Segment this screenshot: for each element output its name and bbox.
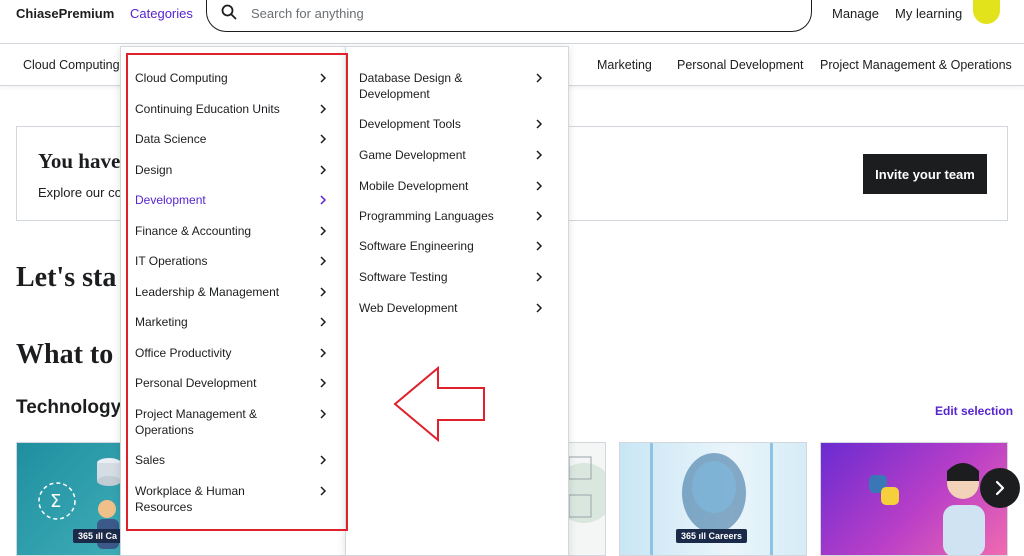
menu-item-label: Mobile Development <box>359 179 469 193</box>
chevron-right-icon <box>320 195 327 205</box>
menu-item-label: Finance & Accounting <box>135 224 252 238</box>
menu-item-office-productivity[interactable]: Office Productivity <box>135 345 331 361</box>
submenu-item-database-design[interactable]: Database Design & Development <box>359 70 557 102</box>
menu-item-label: Cloud Computing <box>135 71 228 85</box>
invite-team-button[interactable]: Invite your team <box>863 154 987 194</box>
menu-item-development[interactable]: Development <box>135 192 331 208</box>
menu-item-label: Sales <box>135 453 166 467</box>
chevron-right-icon <box>536 73 543 83</box>
menu-item-label: Web Development <box>359 301 458 315</box>
search-icon[interactable] <box>221 4 237 20</box>
menu-item-label: Software Engineering <box>359 239 474 253</box>
chevron-right-icon <box>320 104 327 114</box>
menu-item-design[interactable]: Design <box>135 162 331 178</box>
edit-selection-link[interactable]: Edit selection <box>935 404 1013 418</box>
submenu-item-mobile-development[interactable]: Mobile Development <box>359 178 557 194</box>
search-input[interactable] <box>251 2 791 24</box>
arrow-left-icon <box>393 366 485 442</box>
chevron-right-icon <box>536 119 543 129</box>
menu-item-data-science[interactable]: Data Science <box>135 131 331 147</box>
submenu-item-game-development[interactable]: Game Development <box>359 147 557 163</box>
menu-item-sales[interactable]: Sales <box>135 452 331 468</box>
menu-item-label: Software Testing <box>359 270 448 284</box>
chevron-right-icon <box>320 134 327 144</box>
top-header: ChiasePremium Categories Manage My learn… <box>0 0 1024 44</box>
subnav-item-cloud-computing[interactable]: Cloud Computing <box>23 58 120 72</box>
menu-item-label: Programming Languages <box>359 209 494 223</box>
chevron-right-icon <box>320 165 327 175</box>
menu-item-it-operations[interactable]: IT Operations <box>135 253 331 269</box>
subnav-item-marketing[interactable]: Marketing <box>597 58 652 72</box>
submenu-item-software-testing[interactable]: Software Testing <box>359 269 557 285</box>
menu-item-label: Development <box>135 193 206 207</box>
chevron-right-icon <box>536 303 543 313</box>
menu-item-label: IT Operations <box>135 254 208 268</box>
menu-item-label: Design <box>135 163 173 177</box>
course-provider-badge: 365 ıll Careers <box>676 529 748 543</box>
my-learning-link[interactable]: My learning <box>895 6 962 21</box>
manage-link[interactable]: Manage <box>832 6 879 21</box>
menu-item-label: Leadership & Management <box>135 285 280 299</box>
chevron-right-icon <box>320 455 327 465</box>
submenu-item-web-development[interactable]: Web Development <box>359 300 557 316</box>
menu-item-label: Continuing Education Units <box>135 102 280 116</box>
banner-title: You have <box>38 149 121 173</box>
menu-item-cloud-computing[interactable]: Cloud Computing <box>135 70 331 86</box>
menu-item-label: Database Design & Development <box>359 71 463 101</box>
menu-item-label: Project Management & Operations <box>135 407 258 437</box>
chevron-right-icon <box>536 150 543 160</box>
chevron-right-icon <box>536 241 543 251</box>
menu-item-personal-development[interactable]: Personal Development <box>135 375 331 391</box>
course-provider-badge: 365 ıll Ca <box>73 529 123 543</box>
categories-link[interactable]: Categories <box>130 6 193 21</box>
user-avatar[interactable] <box>973 0 1000 24</box>
subnav-item-project-management[interactable]: Project Management & Operations <box>820 58 1012 72</box>
course-card[interactable]: 365 ıll Careers <box>619 442 807 556</box>
technology-heading: Technology <box>16 397 122 418</box>
course-card[interactable] <box>820 442 1008 556</box>
chevron-right-icon <box>320 73 327 83</box>
menu-item-project-management[interactable]: Project Management & Operations <box>135 406 331 438</box>
subnav-item-personal-development[interactable]: Personal Development <box>677 58 803 72</box>
chevron-right-icon <box>320 256 327 266</box>
menu-item-label: Office Productivity <box>135 346 232 360</box>
chevron-right-icon <box>320 348 327 358</box>
categories-menu: Cloud Computing Continuing Education Uni… <box>120 46 346 556</box>
menu-item-label: Marketing <box>135 315 188 329</box>
carousel-next-button[interactable] <box>980 468 1020 508</box>
menu-item-label: Workplace & Human Resources <box>135 484 245 514</box>
subcategories-menu: Database Design & Development Developmen… <box>345 46 569 556</box>
chevron-right-icon <box>995 480 1005 496</box>
submenu-item-software-engineering[interactable]: Software Engineering <box>359 238 557 254</box>
chevron-right-icon <box>320 226 327 236</box>
chevron-right-icon <box>320 378 327 388</box>
chevron-right-icon <box>320 317 327 327</box>
menu-item-label: Development Tools <box>359 117 461 131</box>
submenu-item-development-tools[interactable]: Development Tools <box>359 116 557 132</box>
banner-text: Explore our co <box>38 185 122 200</box>
search-bar[interactable] <box>206 0 812 32</box>
what-to-learn-heading: What to <box>16 339 114 370</box>
lets-start-heading: Let's sta <box>16 262 117 293</box>
chevron-right-icon <box>320 409 327 419</box>
chevron-right-icon <box>536 211 543 221</box>
svg-text:Σ: Σ <box>50 491 61 512</box>
chevron-right-icon <box>536 181 543 191</box>
menu-item-leadership[interactable]: Leadership & Management <box>135 284 331 300</box>
menu-item-label: Personal Development <box>135 376 257 390</box>
chevron-right-icon <box>536 272 543 282</box>
menu-item-label: Game Development <box>359 148 466 162</box>
submenu-item-programming-languages[interactable]: Programming Languages <box>359 208 557 224</box>
chevron-right-icon <box>320 486 327 496</box>
menu-item-workplace-hr[interactable]: Workplace & Human Resources <box>135 483 331 515</box>
menu-item-finance-accounting[interactable]: Finance & Accounting <box>135 223 331 239</box>
chevron-right-icon <box>320 287 327 297</box>
menu-item-continuing-education[interactable]: Continuing Education Units <box>135 101 331 117</box>
menu-item-marketing[interactable]: Marketing <box>135 314 331 330</box>
site-logo[interactable]: ChiasePremium <box>16 6 114 21</box>
python-logo-icon <box>869 463 985 555</box>
menu-item-label: Data Science <box>135 132 207 146</box>
